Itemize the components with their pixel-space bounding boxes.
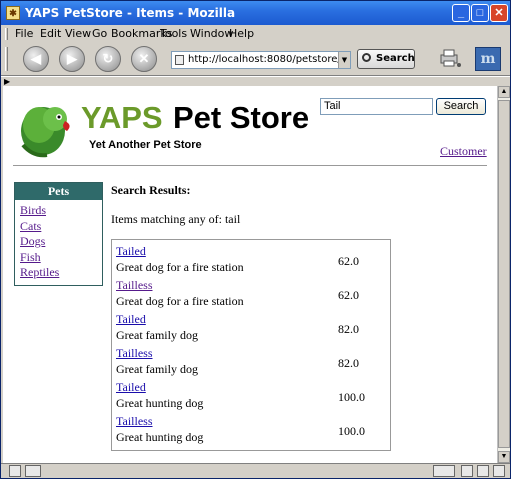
close-button[interactable]: ✕ (490, 4, 508, 22)
title-bar: ✱ YAPS PetStore - Items - Mozilla _ □ ✕ (1, 1, 510, 25)
list-item: Tailed Great hunting dog 100.0 (116, 380, 386, 414)
menu-edit[interactable]: Edit (40, 27, 61, 40)
vertical-scrollbar[interactable]: ▲ ▼ (497, 86, 510, 463)
item-price: 62.0 (338, 254, 359, 268)
url-bar[interactable]: http://localhost:8080/petstore/searchIt … (171, 51, 351, 69)
sidebar-item-birds[interactable]: Birds (20, 203, 102, 219)
print-icon[interactable] (438, 48, 462, 68)
results-subtitle: Items matching any of: tail (111, 212, 241, 226)
lock-icon (493, 465, 505, 477)
list-item: Tailless Great family dog 82.0 (116, 346, 386, 380)
results-title: Search Results: (111, 183, 191, 197)
mozilla-logo-icon: m (475, 47, 501, 71)
toolbar-search-button[interactable]: Search (357, 49, 415, 69)
sidebar-item-reptiles[interactable]: Reptiles (20, 265, 102, 281)
menu-bar: File Edit View Go Bookmarks Tools Window… (1, 25, 510, 43)
list-item: Tailed Great dog for a fire station 62.0 (116, 244, 386, 278)
toolbar-grip (5, 47, 8, 71)
security-icon (477, 465, 489, 477)
sidebar-title: Pets (15, 183, 102, 200)
chevron-down-icon[interactable]: ▼ (338, 52, 350, 68)
parrot-logo-icon (21, 107, 70, 158)
scroll-down-icon[interactable]: ▼ (498, 451, 510, 463)
item-link[interactable]: Tailed (116, 312, 146, 327)
item-description: Great family dog (116, 362, 198, 376)
search-input[interactable]: Tail (320, 98, 433, 115)
pets-sidebar: Pets Birds Cats Dogs Fish Reptiles (14, 182, 103, 286)
url-text: http://localhost:8080/petstore/searchIt (188, 54, 350, 65)
list-item: Tailed Great family dog 82.0 (116, 312, 386, 346)
stop-icon[interactable]: ✕ (131, 46, 157, 72)
page-content: YAPS Pet Store Yet Another Pet Store Tai… (3, 86, 497, 463)
item-price: 62.0 (338, 288, 359, 302)
scroll-thumb[interactable] (498, 100, 510, 448)
header-divider (13, 165, 487, 166)
toolbar-search-label: Search (376, 53, 415, 64)
app-icon: ✱ (6, 6, 20, 20)
item-price: 100.0 (338, 390, 365, 404)
item-price: 100.0 (338, 424, 365, 438)
sidebar-item-dogs[interactable]: Dogs (20, 234, 102, 250)
logo-yaps: YAPS (81, 100, 163, 135)
menu-grip (5, 28, 8, 40)
customer-link[interactable]: Customer (440, 144, 487, 159)
item-description: Great dog for a fire station (116, 294, 244, 308)
list-item: Tailless Great dog for a fire station 62… (116, 278, 386, 312)
item-link[interactable]: Tailed (116, 244, 146, 259)
tab-expand-icon[interactable]: ▶ (4, 77, 10, 86)
mail-icon[interactable] (9, 465, 21, 477)
logo-petstore: Pet Store (173, 100, 310, 135)
logo-tagline: Yet Another Pet Store (89, 139, 202, 151)
menu-tools[interactable]: Tools (160, 27, 187, 40)
minimize-button[interactable]: _ (452, 4, 470, 22)
popup-icon (461, 465, 473, 477)
search-button[interactable]: Search (436, 98, 486, 115)
menu-go[interactable]: Go (92, 27, 107, 40)
sidebar-item-fish[interactable]: Fish (20, 250, 102, 266)
item-link[interactable]: Tailless (116, 414, 153, 429)
item-price: 82.0 (338, 322, 359, 336)
status-bar (1, 463, 510, 478)
results-table: Tailed Great dog for a fire station 62.0… (111, 239, 391, 451)
item-description: Great hunting dog (116, 396, 204, 410)
maximize-button[interactable]: □ (471, 4, 489, 22)
item-description: Great family dog (116, 328, 198, 342)
browser-window: ✱ YAPS PetStore - Items - Mozilla _ □ ✕ … (0, 0, 511, 479)
page-icon (175, 55, 184, 65)
menu-view[interactable]: View (65, 27, 91, 40)
search-icon (362, 53, 371, 62)
navigation-toolbar: ◀ ▶ ↻ ✕ http://localhost:8080/petstore/s… (1, 43, 510, 75)
item-description: Great hunting dog (116, 430, 204, 444)
connection-icon (433, 465, 455, 477)
toolbar-separator (1, 75, 510, 77)
list-item: Tailless Great hunting dog 100.0 (116, 414, 386, 448)
item-description: Great dog for a fire station (116, 260, 244, 274)
composer-icon[interactable] (25, 465, 41, 477)
item-price: 82.0 (338, 356, 359, 370)
menu-window[interactable]: Window (190, 27, 233, 40)
item-link[interactable]: Tailed (116, 380, 146, 395)
reload-icon[interactable]: ↻ (95, 46, 121, 72)
item-link[interactable]: Tailless (116, 278, 153, 293)
sidebar-item-cats[interactable]: Cats (20, 219, 102, 235)
scroll-up-icon[interactable]: ▲ (498, 86, 510, 98)
menu-file[interactable]: File (15, 27, 33, 40)
back-icon[interactable]: ◀ (23, 46, 49, 72)
item-link[interactable]: Tailless (116, 346, 153, 361)
window-title: YAPS PetStore - Items - Mozilla (25, 6, 236, 20)
forward-icon[interactable]: ▶ (59, 46, 85, 72)
menu-help[interactable]: Help (229, 27, 254, 40)
